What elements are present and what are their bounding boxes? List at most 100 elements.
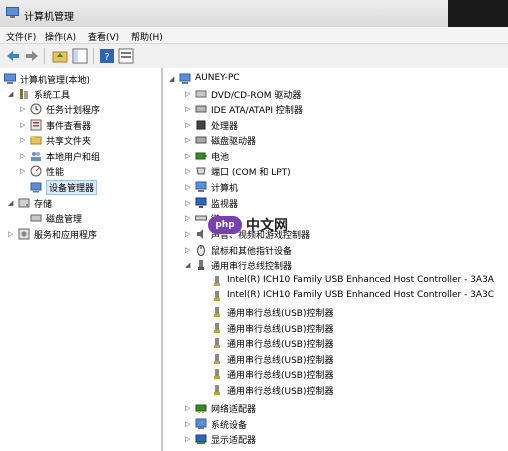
clock-icon bbox=[30, 103, 42, 115]
collapse-arrow-icon[interactable]: ◢ bbox=[8, 199, 16, 207]
device-manager-icon bbox=[30, 182, 42, 193]
system-device-icon bbox=[195, 418, 207, 429]
tree-label: 通用串行总线(USB)控制器 bbox=[227, 325, 334, 335]
tree-label: 通用串行总线(USB)控制器 bbox=[227, 340, 334, 350]
tree-label: AUNEY-PC bbox=[195, 73, 240, 83]
display-adapter-icon bbox=[195, 434, 207, 444]
menu-help[interactable]: 帮助(H) bbox=[131, 30, 163, 43]
usb-controller-icon bbox=[214, 369, 220, 379]
expand-arrow-icon[interactable]: ▷ bbox=[185, 90, 193, 98]
toolbar-separator bbox=[44, 48, 45, 64]
expand-arrow-icon[interactable]: ▷ bbox=[20, 121, 28, 129]
port-icon bbox=[196, 167, 206, 175]
tree-label: 监视器 bbox=[211, 200, 239, 210]
tree-label: 处理器 bbox=[211, 122, 239, 132]
dvd-drive-icon bbox=[195, 90, 207, 98]
expand-arrow-icon[interactable]: ▷ bbox=[185, 230, 193, 238]
tree-label: 性能 bbox=[46, 168, 65, 178]
monitor-icon bbox=[195, 197, 207, 208]
tree-label: 计算机管理(本地) bbox=[20, 76, 91, 86]
tree-label: 通用串行总线(USB)控制器 bbox=[227, 356, 334, 366]
ide-controller-icon bbox=[195, 105, 207, 113]
expand-arrow-icon[interactable]: ▷ bbox=[20, 105, 28, 113]
event-viewer-icon bbox=[30, 119, 42, 131]
tree-label: 存储 bbox=[34, 200, 53, 210]
tree-label: DVD/CD-ROM 驱动器 bbox=[211, 91, 302, 101]
disk-drive-icon bbox=[195, 136, 207, 144]
tree-label: 共享文件夹 bbox=[46, 137, 92, 147]
expand-arrow-icon[interactable]: ▷ bbox=[185, 199, 193, 207]
tree-label: 磁盘管理 bbox=[46, 215, 83, 225]
expand-arrow-icon[interactable]: ▷ bbox=[20, 152, 28, 160]
navigation-tree: 计算机管理(本地) ◢ 系统工具 ▷ 任务计划程序 ▷ 事件查看器 ▷ 共享文件… bbox=[0, 68, 163, 451]
keyboard-icon bbox=[195, 215, 207, 221]
battery-icon bbox=[195, 152, 207, 160]
performance-icon bbox=[30, 165, 42, 177]
expand-arrow-icon[interactable]: ▷ bbox=[8, 230, 16, 238]
tree-label: 系统设备 bbox=[211, 421, 248, 431]
expand-arrow-icon[interactable]: ▷ bbox=[20, 167, 28, 175]
expand-arrow-icon[interactable]: ▷ bbox=[185, 246, 193, 254]
tree-label: 服务和应用程序 bbox=[34, 231, 98, 241]
tree-label: 本地用户和组 bbox=[46, 153, 101, 163]
computer-icon bbox=[195, 181, 207, 192]
svg-text:?: ? bbox=[104, 52, 109, 63]
tree-label: 任务计划程序 bbox=[46, 106, 101, 116]
tree-label: 通用串行总线(USB)控制器 bbox=[227, 371, 334, 381]
network-adapter-icon bbox=[195, 404, 207, 413]
tree-label: 显示适配器 bbox=[211, 436, 257, 446]
properties-icon[interactable] bbox=[118, 48, 134, 64]
menu-view[interactable]: 查看(V) bbox=[88, 30, 119, 43]
expand-arrow-icon[interactable]: ▷ bbox=[185, 214, 193, 222]
toolbar-separator bbox=[93, 48, 94, 64]
expand-arrow-icon[interactable]: ▷ bbox=[20, 136, 28, 144]
tree-label: 磁盘驱动器 bbox=[211, 137, 257, 147]
usb-controller-icon bbox=[214, 307, 220, 317]
device-tree: ◢ AUNEY-PC ▷ DVD/CD-ROM 驱动器 ▷ IDE ATA/AT… bbox=[163, 68, 508, 451]
collapse-arrow-icon[interactable]: ◢ bbox=[8, 90, 16, 98]
back-arrow-icon[interactable] bbox=[5, 48, 21, 64]
usb-controller-icon bbox=[214, 291, 220, 301]
usb-controller-icon bbox=[214, 276, 220, 286]
expand-arrow-icon[interactable]: ▷ bbox=[185, 167, 193, 175]
help-icon[interactable]: ? bbox=[99, 48, 115, 64]
computer-management-icon bbox=[4, 73, 16, 84]
speaker-icon bbox=[197, 229, 203, 239]
menu-file[interactable]: 文件(F) bbox=[6, 30, 36, 43]
tree-label: 电池 bbox=[211, 153, 230, 163]
tree-label: 设备管理器 bbox=[46, 180, 98, 195]
collapse-arrow-icon[interactable]: ◢ bbox=[185, 261, 193, 269]
usb-icon bbox=[198, 260, 204, 270]
users-icon bbox=[31, 152, 41, 161]
usb-controller-icon bbox=[214, 385, 220, 395]
expand-arrow-icon[interactable]: ▷ bbox=[185, 183, 193, 191]
tree-label: Intel(R) ICH10 Family USB Enhanced Host … bbox=[227, 275, 494, 285]
php-logo: php bbox=[208, 216, 242, 234]
expand-arrow-icon[interactable]: ▷ bbox=[185, 105, 193, 113]
title-bar: 计算机管理 bbox=[0, 0, 508, 28]
expand-arrow-icon[interactable]: ▷ bbox=[185, 152, 193, 160]
tree-label: 通用串行总线(USB)控制器 bbox=[227, 387, 334, 397]
menu-action[interactable]: 操作(A) bbox=[45, 30, 76, 43]
expand-arrow-icon[interactable]: ▷ bbox=[185, 136, 193, 144]
tree-label: IDE ATA/ATAPI 控制器 bbox=[211, 106, 303, 116]
tree-label: 端口 (COM 和 LPT) bbox=[211, 168, 291, 178]
processor-icon bbox=[196, 120, 206, 130]
usb-controller-icon bbox=[214, 323, 220, 333]
expand-arrow-icon[interactable]: ▷ bbox=[185, 121, 193, 129]
services-icon bbox=[18, 228, 30, 240]
collapse-arrow-icon[interactable]: ◢ bbox=[169, 75, 177, 83]
expand-arrow-icon[interactable]: ▷ bbox=[185, 404, 193, 412]
shared-folder-icon bbox=[30, 136, 42, 145]
show-hide-tree-icon[interactable] bbox=[72, 48, 88, 64]
mouse-icon bbox=[197, 245, 205, 256]
up-folder-icon[interactable] bbox=[52, 48, 68, 64]
usb-controller-icon bbox=[214, 338, 220, 348]
tree-label: 事件查看器 bbox=[46, 122, 92, 132]
expand-arrow-icon[interactable]: ▷ bbox=[185, 420, 193, 428]
tree-label: 系统工具 bbox=[34, 91, 71, 101]
forward-arrow-icon[interactable] bbox=[24, 48, 40, 64]
watermark-text: 中文网 bbox=[246, 218, 288, 234]
tree-label: 计算机 bbox=[211, 184, 239, 194]
expand-arrow-icon[interactable]: ▷ bbox=[185, 435, 193, 443]
